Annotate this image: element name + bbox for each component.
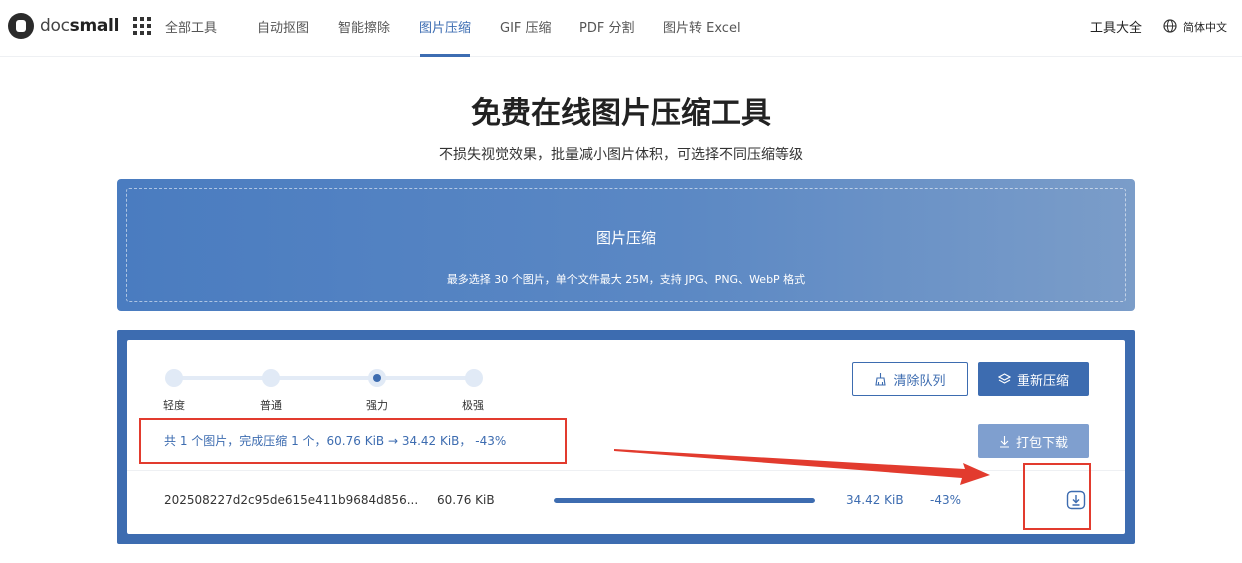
level-option-extreme[interactable] <box>465 369 483 387</box>
level-option-light[interactable] <box>165 369 183 387</box>
clear-queue-label: 清除队列 <box>893 373 946 389</box>
nav-image-compress[interactable]: 图片压缩 <box>419 17 471 36</box>
compress-panel-body: 轻度 普通 强力 极强 清除队列 重新压缩 共 1 个图片，完成压缩 1 个，6… <box>127 340 1125 534</box>
row-divider <box>127 470 1125 471</box>
level-option-normal[interactable] <box>262 369 280 387</box>
logo-text: docsmall <box>40 16 120 36</box>
broom-icon <box>874 372 887 386</box>
level-label-light: 轻度 <box>163 399 185 412</box>
top-nav-bar: docsmall 全部工具 自动抠图 智能擦除 图片压缩 GIF 压缩 PDF … <box>0 0 1242 57</box>
nav-smart-erase[interactable]: 智能擦除 <box>338 17 390 36</box>
language-selector[interactable]: 简体中文 <box>1183 19 1227 35</box>
nav-pdf-split[interactable]: PDF 分割 <box>579 17 634 36</box>
level-slider-track[interactable] <box>174 376 474 380</box>
nav-gif-compress[interactable]: GIF 压缩 <box>500 17 552 36</box>
file-compressed-size: 34.42 KiB <box>846 493 904 507</box>
page-subtitle: 不损失视觉效果，批量减小图片体积，可选择不同压缩等级 <box>439 147 803 163</box>
level-label-normal: 普通 <box>260 399 282 412</box>
file-progress-bar <box>554 498 815 503</box>
recompress-button[interactable]: 重新压缩 <box>978 362 1089 396</box>
level-label-extreme: 极强 <box>462 399 484 412</box>
layers-icon <box>997 373 1011 385</box>
download-arrow-icon <box>999 435 1010 448</box>
logo-icon <box>8 13 34 39</box>
globe-icon[interactable] <box>1163 19 1177 33</box>
compression-summary: 共 1 个图片，完成压缩 1 个，60.76 KiB → 34.42 KiB， … <box>164 434 507 448</box>
file-compression-ratio: -43% <box>930 493 962 507</box>
upload-title: 图片压缩 <box>595 229 656 247</box>
page-title: 免费在线图片压缩工具 <box>471 96 771 131</box>
upload-dropzone[interactable]: 图片压缩 最多选择 30 个图片，单个文件最大 25M，支持 JPG、PNG、W… <box>117 179 1135 311</box>
apps-grid-icon[interactable] <box>133 17 151 35</box>
clear-queue-button[interactable]: 清除队列 <box>852 362 968 396</box>
upload-dashed-border: 图片压缩 最多选择 30 个图片，单个文件最大 25M，支持 JPG、PNG、W… <box>126 188 1126 302</box>
compress-panel: 轻度 普通 强力 极强 清除队列 重新压缩 共 1 个图片，完成压缩 1 个，6… <box>117 330 1135 544</box>
recompress-label: 重新压缩 <box>1016 373 1069 389</box>
download-all-label: 打包下载 <box>1015 435 1068 451</box>
tools-directory-link[interactable]: 工具大全 <box>1090 17 1142 36</box>
level-option-strong[interactable] <box>368 369 386 387</box>
nav-all-tools[interactable]: 全部工具 <box>165 17 217 36</box>
nav-auto-cutout[interactable]: 自动抠图 <box>257 17 309 36</box>
download-all-button[interactable]: 打包下载 <box>978 424 1089 458</box>
level-label-strong: 强力 <box>366 399 388 412</box>
download-highlight-box <box>1023 463 1091 530</box>
upload-hint: 最多选择 30 个图片，单个文件最大 25M，支持 JPG、PNG、WebP 格… <box>446 273 806 286</box>
file-progress-fill <box>554 498 815 503</box>
nav-image-to-excel[interactable]: 图片转 Excel <box>663 17 741 36</box>
site-logo[interactable]: docsmall <box>8 13 119 39</box>
active-tab-indicator <box>420 54 470 57</box>
file-original-size: 60.76 KiB <box>437 493 495 507</box>
file-name: 202508227d2c95de615e411b9684d856... <box>164 493 419 507</box>
